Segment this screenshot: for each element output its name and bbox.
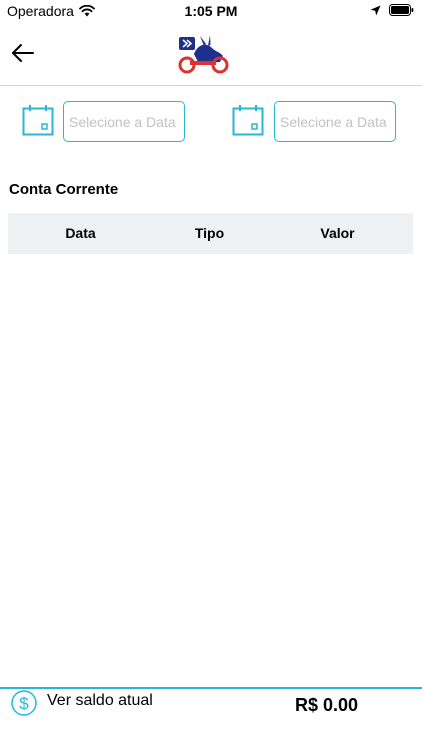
calendar-icon: [232, 105, 264, 136]
dollar-circle-icon: $: [11, 690, 37, 716]
column-header-tipo: Tipo: [194, 225, 225, 241]
status-right: [362, 4, 414, 16]
end-date-input[interactable]: [274, 101, 396, 142]
location-arrow-icon: [370, 5, 381, 15]
start-date-calendar-button[interactable]: [22, 104, 54, 136]
back-button[interactable]: [10, 42, 36, 64]
balance-value: R$ 0.00: [295, 695, 359, 715]
calendar-icon: [22, 105, 54, 136]
balance-footer: $ Ver saldo atual R$ 0.00: [0, 687, 422, 750]
start-date-input[interactable]: [63, 101, 185, 142]
view-balance-button[interactable]: Ver saldo atual: [47, 692, 153, 710]
app-logo: [176, 34, 230, 74]
table-header: Data Tipo Valor: [8, 213, 413, 254]
motorcycle-rabbit-logo-icon: [178, 35, 229, 74]
section-title: Conta Corrente: [9, 181, 119, 198]
end-date-calendar-button[interactable]: [232, 104, 264, 136]
app-header: [0, 22, 422, 86]
arrow-left-icon: [12, 44, 34, 62]
status-bar: Operadora 1:05 PM: [0, 0, 422, 22]
column-header-data: Data: [65, 225, 96, 241]
svg-text:$: $: [19, 694, 29, 713]
battery-icon: [389, 4, 414, 16]
status-time: 1:05 PM: [184, 3, 238, 19]
column-header-valor: Valor: [320, 225, 355, 241]
